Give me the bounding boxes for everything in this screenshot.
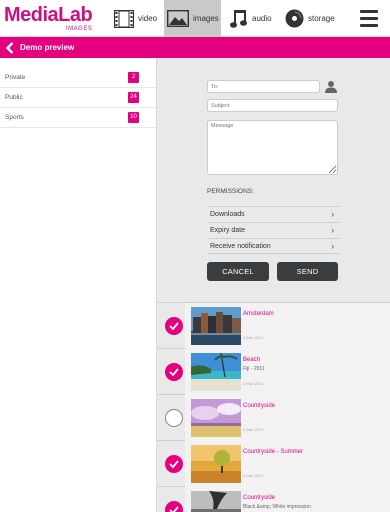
sidebar: Private 2 Public 24 Sports 10 [0,58,157,512]
media-item[interactable]: Countryside 4 Mar 2014 [157,395,390,441]
tab-video[interactable]: video [110,0,164,37]
tab-images[interactable]: images [164,0,221,37]
tab-storage-label: storage [308,14,335,23]
sidebar-item-sports[interactable]: Sports 10 [0,108,156,128]
album-list: Private 2 Public 24 Sports 10 [0,68,156,128]
top-nav: MediaLab IMAGES video images audio stora… [0,0,390,37]
medialab-logo[interactable]: MediaLab IMAGES [4,4,104,34]
count-badge: 24 [128,92,139,103]
film-icon [114,9,134,28]
image-icon [167,10,189,27]
disc-icon [285,9,304,28]
chevron-right-icon: › [331,210,334,219]
countryside-summer-thumbnail [191,445,241,483]
tab-audio-label: audio [252,14,272,23]
page-header: Demo preview [0,37,390,58]
share-form: PERMISSIONS: Downloads › Expiry date › R… [157,58,390,303]
media-title: Countryside [243,495,276,501]
checkbox-checked[interactable] [165,363,183,381]
media-list: Amsterdam 4 Mar 2014 Beach Fiji - 2011 4… [157,303,390,512]
cancel-button[interactable]: CANCEL [207,262,269,281]
subject-field[interactable] [207,99,338,112]
chevron-right-icon: › [331,226,334,235]
media-subtitle: Black &amp; White impression [243,504,311,510]
message-field[interactable] [207,120,338,175]
logo-subtitle: IMAGES [66,26,93,32]
count-badge: 10 [128,112,139,123]
tab-video-label: video [138,14,158,23]
permission-label: Expiry date [210,227,246,234]
sidebar-item-label: Public [5,94,23,101]
checkmark-icon [169,506,179,512]
sidebar-item-label: Sports [5,114,24,121]
tab-storage[interactable]: storage [281,0,343,37]
amsterdam-thumbnail [191,307,241,345]
back-chevron-icon[interactable] [0,37,20,58]
hamburger-menu-icon[interactable] [352,0,386,37]
music-note-icon [230,9,247,28]
permission-expiry-date[interactable]: Expiry date › [207,222,340,238]
sidebar-item-public[interactable]: Public 24 [0,88,156,108]
chevron-right-icon: › [331,242,334,251]
media-subtitle: Fiji - 2011 [243,366,265,372]
media-title: Amsterdam [243,311,274,317]
permission-label: Receive notification [210,242,271,250]
media-item[interactable]: Countryside - Summer 4 Mar 2014 [157,441,390,487]
checkmark-icon [169,460,179,468]
media-title: Beach [243,357,261,363]
countryside-bw-thumbnail [191,491,241,512]
tab-images-label: images [193,14,219,23]
main-panel: PERMISSIONS: Downloads › Expiry date › R… [157,58,390,512]
media-date: 4 Mar 2014 [243,335,264,340]
sidebar-item-label: Private [5,74,26,81]
checkbox-checked[interactable] [165,317,183,335]
checkmark-icon [169,322,179,330]
checkbox-checked[interactable] [165,501,183,512]
page-title: Demo preview [20,43,75,52]
media-item[interactable]: Countryside Black &amp; White impression [157,487,390,512]
media-item[interactable]: Amsterdam 4 Mar 2014 [157,303,390,349]
media-title: Countryside [243,403,276,409]
permission-downloads[interactable]: Downloads › [207,206,340,222]
checkmark-icon [169,368,179,376]
countryside-thumbnail [191,399,241,437]
media-date: 4 Mar 2014 [243,381,264,386]
permission-receive-notification[interactable]: Receive notification › [207,238,340,254]
media-title: Countryside - Summer [243,449,304,455]
permission-label: Downloads [210,211,245,218]
permissions-heading: PERMISSIONS: [207,188,254,195]
sidebar-item-private[interactable]: Private 2 [0,68,156,88]
count-badge: 2 [128,72,139,83]
media-date: 4 Mar 2014 [243,473,264,478]
beach-thumbnail [191,353,241,391]
person-icon[interactable] [324,80,338,94]
media-date: 4 Mar 2014 [243,427,264,432]
media-item[interactable]: Beach Fiji - 2011 4 Mar 2014 [157,349,390,395]
to-field[interactable] [207,80,320,93]
checkbox-unchecked[interactable] [165,409,183,427]
send-button[interactable]: SEND [277,262,338,281]
logo-text: MediaLab [4,4,93,26]
checkbox-checked[interactable] [165,455,183,473]
tab-audio[interactable]: audio [225,0,277,37]
